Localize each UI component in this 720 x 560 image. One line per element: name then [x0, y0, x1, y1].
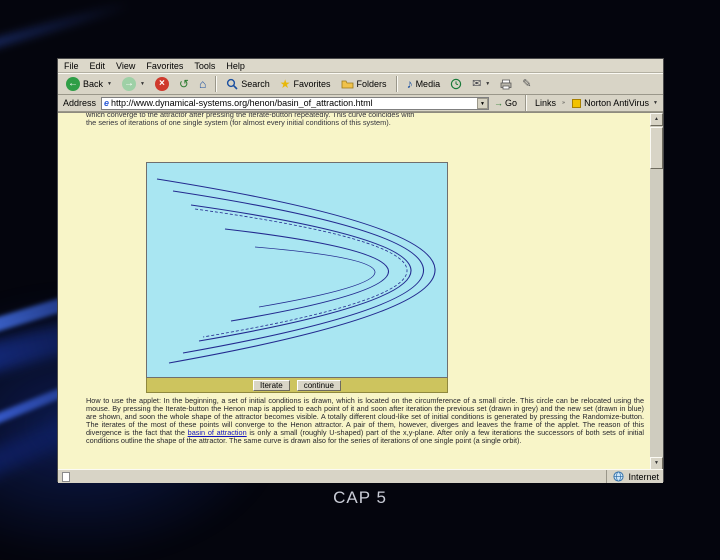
back-icon: ←	[66, 77, 80, 91]
status-zone: Internet	[606, 470, 659, 483]
status-zone-label: Internet	[628, 471, 659, 482]
favorites-label: Favorites	[293, 79, 331, 89]
address-dropdown-icon[interactable]: ▼	[477, 97, 489, 109]
refresh-icon: ↺	[178, 77, 189, 91]
browser-window: File Edit View Favorites Tools Help ← Ba…	[57, 58, 664, 483]
menu-help[interactable]: Help	[226, 61, 245, 71]
henon-attractor-curves	[156, 178, 436, 364]
continue-button[interactable]: continue	[296, 379, 341, 391]
stop-icon: ×	[154, 77, 169, 91]
applet-button-strip: Iterate continue	[146, 378, 448, 393]
search-label: Search	[241, 79, 270, 89]
forward-icon: →	[121, 77, 136, 91]
links-chevron-icon[interactable]: »	[562, 100, 565, 106]
forward-dropdown-icon[interactable]: ▼	[140, 81, 145, 87]
media-icon: ♪	[406, 77, 413, 91]
address-bar: Address e ▼ → Go Links » Norton AntiViru…	[58, 95, 663, 112]
history-button[interactable]	[446, 77, 466, 91]
toolbar-separator	[395, 76, 398, 92]
history-clock-icon	[450, 78, 462, 90]
address-field: e ▼	[101, 96, 490, 110]
links-label[interactable]: Links	[535, 98, 556, 108]
mail-icon: ✉	[472, 78, 482, 90]
media-label: Media	[415, 79, 441, 89]
menu-edit[interactable]: Edit	[90, 61, 106, 71]
favorites-star-icon: ★	[279, 77, 291, 91]
refresh-button[interactable]: ↺	[175, 77, 193, 91]
go-arrow-icon: →	[494, 98, 504, 108]
norton-toolbar: Norton AntiVirus ▼	[572, 98, 658, 108]
iterate-button[interactable]: Iterate	[253, 379, 290, 391]
back-label: Back	[83, 79, 104, 89]
menu-view[interactable]: View	[116, 61, 135, 71]
scrollbar-thumb[interactable]	[650, 127, 663, 169]
mail-button[interactable]: ✉ ▼	[468, 77, 494, 91]
edit-button[interactable]: ✎	[518, 77, 535, 91]
menu-tools[interactable]: Tools	[194, 61, 215, 71]
scroll-up-icon[interactable]: ▲	[650, 113, 663, 126]
search-icon	[227, 78, 238, 90]
search-button[interactable]: Search	[222, 77, 274, 91]
menu-bar: File Edit View Favorites Tools Help	[58, 59, 663, 73]
forward-button[interactable]: → ▼	[118, 76, 149, 92]
norton-dropdown-icon[interactable]: ▼	[653, 100, 658, 106]
applet-canvas[interactable]	[146, 162, 448, 378]
norton-label: Norton AntiVirus	[584, 98, 650, 108]
mail-dropdown-icon[interactable]: ▼	[485, 81, 490, 87]
status-bar: Internet	[58, 469, 663, 483]
slide-caption: CAP 5	[333, 488, 387, 507]
menu-file[interactable]: File	[64, 61, 79, 71]
slide: { "slide": { "caption": "CAP 5" }, "brow…	[0, 0, 720, 560]
home-icon: ⌂	[198, 77, 207, 91]
menu-favorites[interactable]: Favorites	[146, 61, 183, 71]
go-button[interactable]: → Go	[494, 98, 517, 108]
folder-icon	[341, 80, 353, 89]
page-favicon: e	[104, 98, 110, 108]
page-content: which converge to the attractor after pr…	[58, 112, 663, 469]
intro-line-2: the series of iterations of one single s…	[86, 118, 391, 128]
henon-applet: Iterate continue	[146, 162, 448, 393]
folders-button[interactable]: Folders	[337, 78, 391, 90]
address-input[interactable]	[111, 97, 478, 109]
edit-pencil-icon: ✎	[522, 78, 532, 90]
toolbar-separator	[215, 76, 218, 92]
home-button[interactable]: ⌂	[195, 77, 210, 91]
back-button[interactable]: ← Back ▼	[62, 76, 116, 92]
go-label: Go	[505, 98, 518, 108]
description-paragraph: How to use the applet: In the beginning,…	[86, 396, 644, 446]
status-page-icon	[62, 471, 70, 482]
toolbar: ← Back ▼ → ▼ × ↺ ⌂ Search ★ Favorites Fo…	[58, 73, 663, 95]
vertical-scrollbar[interactable]: ▲ ▼	[650, 113, 663, 469]
address-label: Address	[63, 98, 97, 108]
print-button[interactable]	[496, 78, 516, 91]
norton-icon	[572, 98, 582, 108]
folders-label: Folders	[356, 79, 387, 89]
addressbar-separator	[525, 95, 528, 111]
background-beam	[0, 0, 158, 54]
back-dropdown-icon[interactable]: ▼	[107, 81, 112, 87]
favorites-button[interactable]: ★ Favorites	[276, 77, 335, 91]
print-icon	[500, 79, 512, 89]
globe-icon	[613, 471, 625, 482]
scroll-down-icon[interactable]: ▼	[650, 457, 663, 469]
stop-button[interactable]: ×	[151, 76, 173, 92]
media-button[interactable]: ♪ Media	[403, 77, 445, 91]
intro-text: which converge to the attractor after pr…	[86, 113, 644, 128]
